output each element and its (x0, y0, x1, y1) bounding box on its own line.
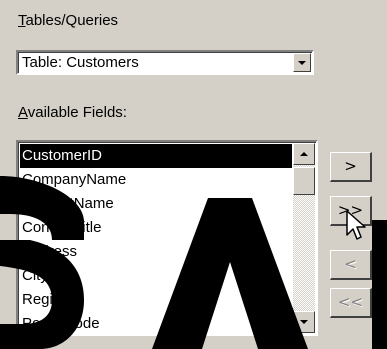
list-item-region[interactable]: Region (20, 288, 292, 312)
scroll-down-button[interactable] (293, 311, 315, 333)
tables-queries-select-value: Table: Customers (22, 54, 139, 71)
tables-queries-select[interactable]: Table: Customers (16, 50, 314, 75)
dialog-panel: Tables/Queries Table: Customers Availabl… (0, 0, 387, 349)
scroll-thumb[interactable] (293, 167, 315, 195)
available-fields-label: Available Fields: (18, 104, 127, 121)
available-fields-list[interactable]: CustomerID CompanyName ContactName Conta… (16, 140, 318, 336)
scroll-down-icon (300, 320, 308, 324)
scroll-up-button[interactable] (293, 143, 315, 165)
tables-queries-label: Tables/Queries (18, 12, 119, 29)
dropdown-button[interactable] (293, 53, 311, 72)
scroll-up-icon (300, 152, 308, 156)
mouse-pointer-icon (346, 210, 366, 240)
remove-all-fields-button[interactable]: << (330, 288, 372, 318)
chevron-down-icon (298, 61, 306, 65)
list-item-postalcode[interactable]: PostalCode (20, 312, 292, 334)
list-item-companyname[interactable]: CompanyName (20, 168, 292, 192)
vertical-scrollbar[interactable] (293, 143, 315, 333)
add-field-button[interactable]: > (330, 152, 372, 182)
list-item-address[interactable]: Address (20, 240, 292, 264)
list-item-contacttitle[interactable]: ContactTitle (20, 216, 292, 240)
list-item-customerid[interactable]: CustomerID (20, 144, 292, 168)
remove-field-button[interactable]: < (330, 250, 372, 280)
list-item-city[interactable]: City (20, 264, 292, 288)
list-item-contactname[interactable]: ContactName (20, 192, 292, 216)
